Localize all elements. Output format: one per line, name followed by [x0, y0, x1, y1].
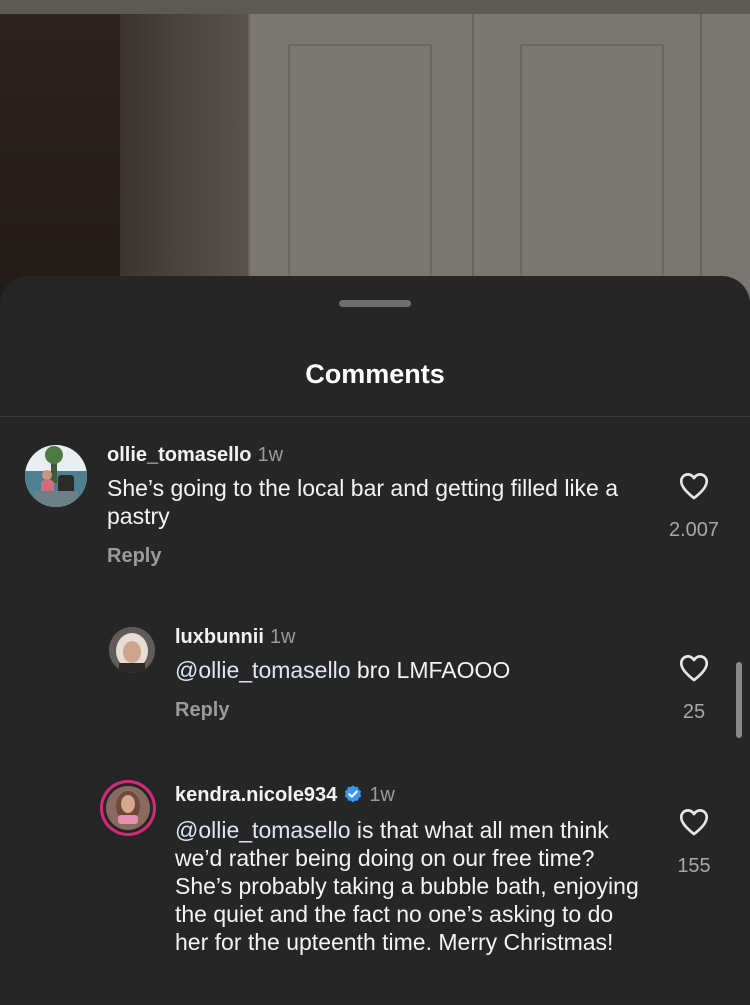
verified-badge-icon	[345, 785, 362, 803]
heart-outline-icon[interactable]	[677, 651, 711, 685]
mention-link[interactable]: @ollie_tomasello	[175, 657, 351, 683]
mention-link[interactable]: @ollie_tomasello	[175, 817, 351, 843]
reply-button[interactable]: Reply	[175, 697, 229, 723]
comment-text: She’s going to the local bar and getting…	[107, 475, 619, 529]
avatar[interactable]	[25, 445, 87, 507]
video-background	[0, 0, 750, 300]
drag-handle[interactable]	[339, 300, 411, 307]
cabinet-panel	[520, 44, 664, 288]
comments-sheet: Comments ollie_tomasello 1w She’s going t…	[0, 276, 750, 1005]
timestamp: 1w	[369, 784, 395, 806]
avatar-photo	[109, 627, 155, 673]
sheet-title: Comments	[305, 359, 445, 389]
comment-body: bro LMFAOOO	[350, 657, 511, 683]
comment-header: ollie_tomasello 1w	[107, 442, 283, 468]
cabinet-door	[700, 14, 750, 300]
avatar-photo	[100, 780, 156, 836]
wall-left	[0, 0, 125, 300]
story-ring-avatar[interactable]	[100, 780, 156, 836]
like-count: 2.007	[668, 519, 720, 541]
like-count: 25	[682, 701, 706, 723]
like-count: 155	[677, 855, 711, 877]
heart-outline-icon[interactable]	[677, 469, 711, 503]
comment-text: @ollie_tomasello bro LMFAOOO	[175, 656, 645, 684]
cabinet-panel	[288, 44, 432, 288]
username[interactable]: ollie_tomasello	[107, 444, 252, 466]
comment-text: @ollie_tomasello is that what all men th…	[175, 816, 645, 956]
reply-button[interactable]: Reply	[107, 543, 161, 569]
divider	[0, 416, 750, 417]
avatar-photo	[25, 445, 87, 507]
comment-header: kendra.nicole934 1w	[175, 782, 395, 808]
timestamp: 1w	[269, 626, 296, 648]
cabinet-door	[248, 14, 472, 300]
cabinet-door	[472, 14, 700, 300]
ceiling-soffit	[0, 0, 750, 14]
heart-outline-icon[interactable]	[677, 805, 711, 839]
timestamp: 1w	[257, 444, 284, 466]
avatar[interactable]	[109, 627, 155, 673]
comment-header: luxbunnii 1w	[175, 624, 295, 650]
wall-shadow	[120, 0, 250, 300]
username[interactable]: luxbunnii	[175, 626, 264, 648]
username[interactable]: kendra.nicole934	[175, 784, 337, 806]
scrollbar[interactable]	[736, 662, 742, 738]
